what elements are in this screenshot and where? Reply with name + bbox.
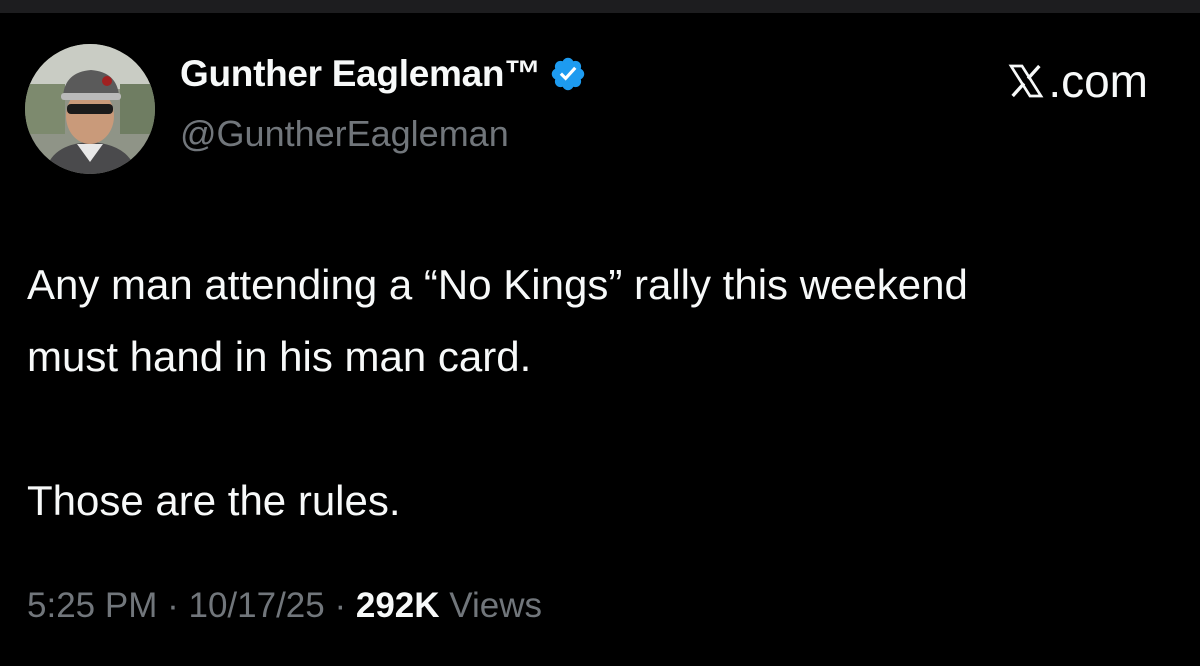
tweet-card: Gunther Eagleman™ @GuntherEagleman .com … [0,13,1200,666]
tweet-body: Any man attending a “No Kings” rally thi… [27,249,1177,537]
views-count[interactable]: 292K [356,586,440,625]
author-handle[interactable]: @GuntherEagleman [180,113,509,155]
tweet-date[interactable]: 10/17/25 [188,586,324,625]
verified-badge-icon [549,55,587,93]
display-name[interactable]: Gunther Eagleman™ [180,53,541,95]
author-name-row: Gunther Eagleman™ [180,51,587,97]
tweet-meta: 5:25 PM · 10/17/25 · 292K Views [27,586,542,626]
tweet-line: must hand in his man card. [27,333,532,380]
source-domain: .com [1048,55,1148,107]
views-label: Views [449,586,542,625]
tweet-line: Those are the rules. [27,477,401,524]
meta-separator: · [167,586,189,625]
x-logo-icon [1006,61,1046,101]
avatar-image [25,44,155,174]
meta-separator: · [334,586,356,625]
top-bar [0,0,1200,13]
source-label[interactable]: .com [1006,54,1148,108]
avatar[interactable] [25,44,155,174]
tweet-time[interactable]: 5:25 PM [27,586,157,625]
tweet-line: Any man attending a “No Kings” rally thi… [27,261,968,308]
